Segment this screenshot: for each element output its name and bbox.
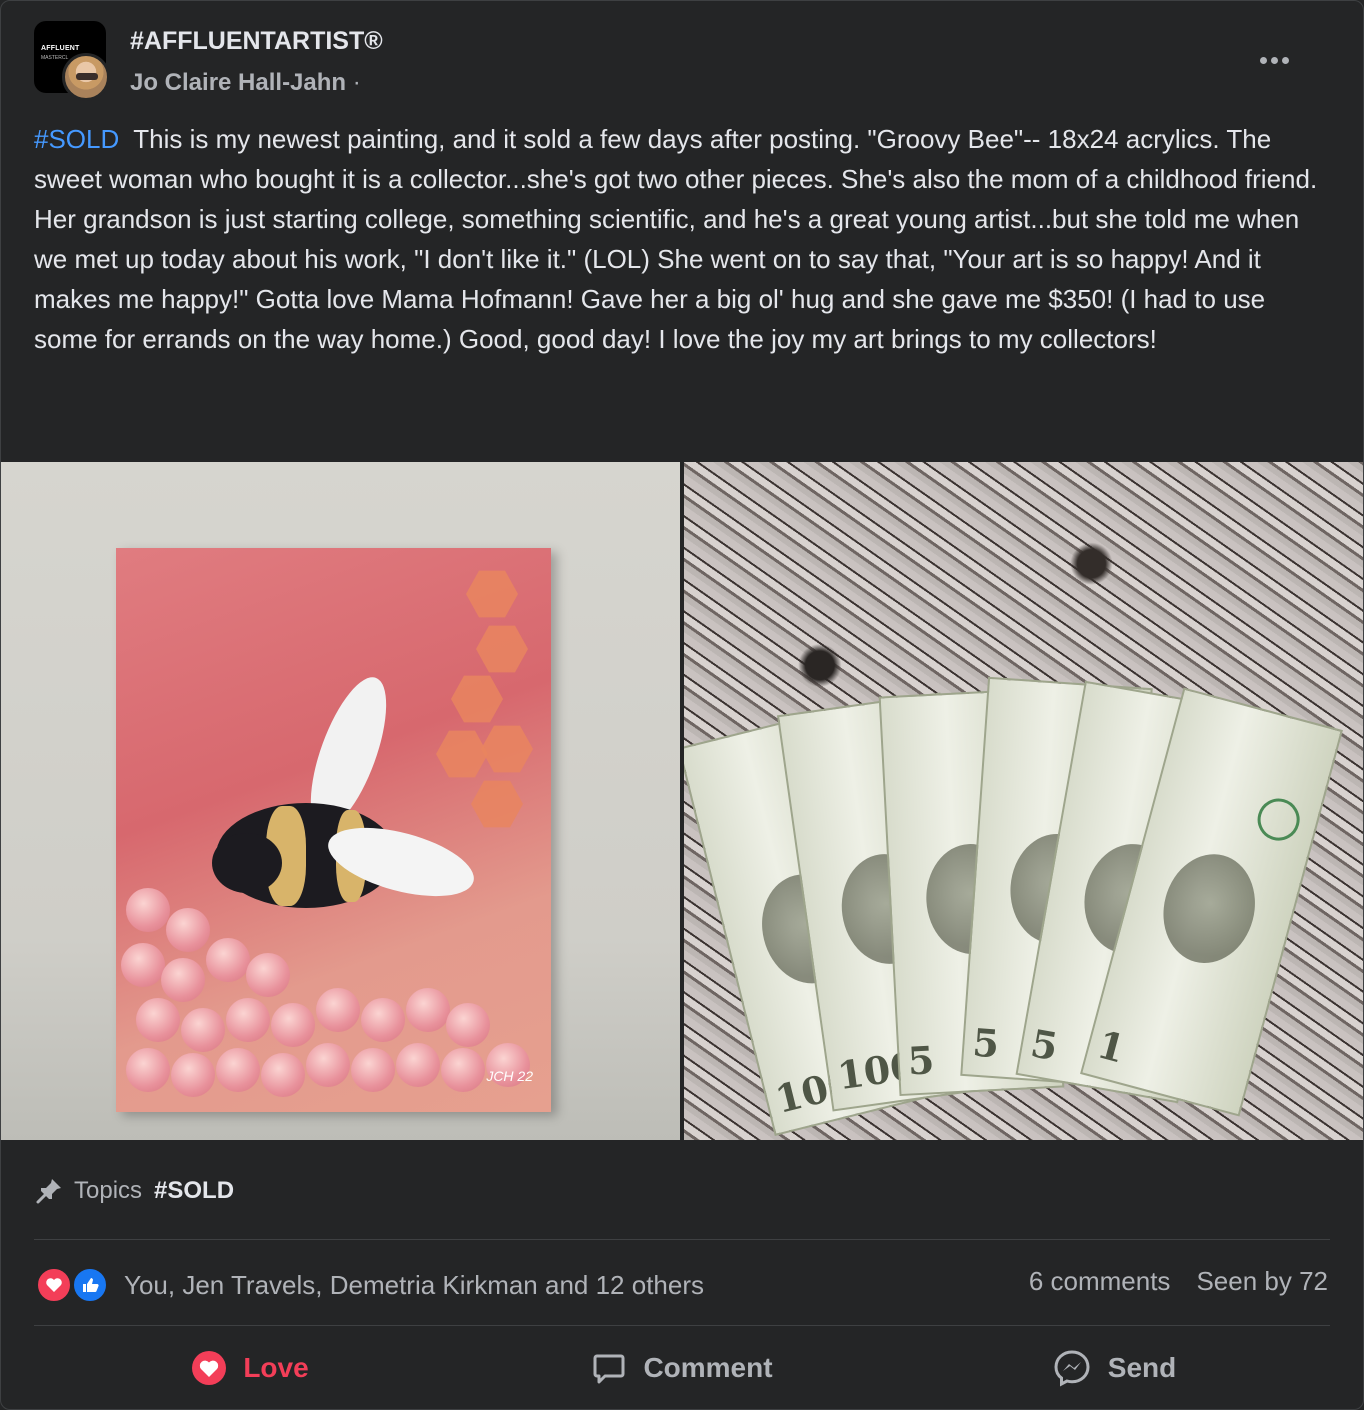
action-bar: Love Comment Send xyxy=(34,1331,1330,1405)
send-label: Send xyxy=(1107,1352,1177,1383)
love-button[interactable]: Love xyxy=(34,1331,466,1405)
painting-signature: JCH 22 xyxy=(486,1068,533,1084)
heart-icon xyxy=(192,1351,227,1385)
send-button[interactable]: Send xyxy=(898,1331,1330,1405)
post-stats: 6 comments Seen by 72 xyxy=(1029,1266,1328,1297)
separator-dot: · xyxy=(352,69,361,96)
comment-icon xyxy=(593,1354,625,1384)
topics-label: Topics xyxy=(74,1177,143,1204)
author-line: Jo Claire Hall-Jahn · xyxy=(130,69,361,97)
group-name[interactable]: #AFFLUENTARTIST® xyxy=(130,27,383,56)
divider xyxy=(34,1325,1330,1326)
bee-painting: JCH 22 xyxy=(116,548,551,1112)
reaction-names[interactable]: You, Jen Travels, Demetria Kirkman and 1… xyxy=(124,1270,704,1301)
photo-grid: JCH 22 100 100 5 5 5 1 xyxy=(1,462,1363,1140)
more-options-icon[interactable] xyxy=(1260,51,1296,64)
post-hashtag[interactable]: #SOLD xyxy=(34,124,119,154)
comment-label: Comment xyxy=(643,1352,773,1383)
messenger-icon xyxy=(1054,1350,1090,1387)
topics-row: Topics #SOLD xyxy=(34,1171,234,1211)
post-text: #SOLD This is my newest painting, and it… xyxy=(34,119,1329,359)
like-icon xyxy=(72,1267,108,1303)
post-card: AFFLUENT MASTERCL #AFFLUENTARTIST® Jo Cl… xyxy=(0,0,1364,1410)
pin-icon xyxy=(36,1179,61,1204)
divider xyxy=(34,1239,1330,1240)
group-avatar-text: AFFLUENT xyxy=(41,45,80,52)
money-photo[interactable]: 100 100 5 5 5 1 xyxy=(684,462,1363,1140)
reaction-icons xyxy=(36,1267,112,1303)
post-header: AFFLUENT MASTERCL #AFFLUENTARTIST® Jo Cl… xyxy=(34,21,1334,101)
bee-head xyxy=(212,833,282,893)
seen-by-count[interactable]: Seen by 72 xyxy=(1196,1266,1328,1297)
group-avatar-subtext: MASTERCL xyxy=(41,55,69,61)
author-name[interactable]: Jo Claire Hall-Jahn xyxy=(130,69,346,96)
comment-button[interactable]: Comment xyxy=(466,1331,898,1405)
comments-count[interactable]: 6 comments xyxy=(1029,1266,1171,1297)
post-body: This is my newest painting, and it sold … xyxy=(34,124,1318,354)
topic-tag-sold[interactable]: #SOLD xyxy=(154,1177,234,1205)
sunglasses-icon xyxy=(76,73,98,80)
heart-icon xyxy=(36,1267,72,1303)
author-avatar[interactable] xyxy=(62,53,110,101)
love-label: Love xyxy=(243,1352,309,1383)
reactions-summary[interactable]: You, Jen Travels, Demetria Kirkman and 1… xyxy=(36,1266,704,1304)
painting-photo[interactable]: JCH 22 xyxy=(1,462,680,1140)
